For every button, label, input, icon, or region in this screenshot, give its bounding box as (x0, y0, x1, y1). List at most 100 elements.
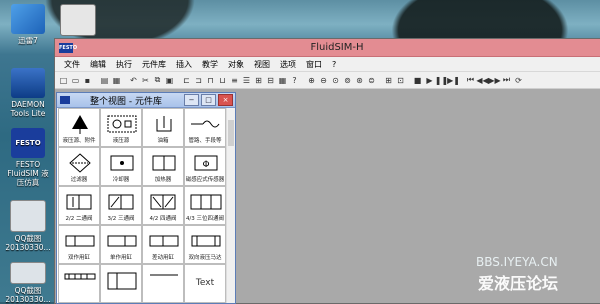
loop-icon[interactable]: ⟳ (513, 75, 524, 86)
image-file-icon (10, 200, 46, 232)
desktop-icon-label: QQ截图 20130330... (5, 286, 51, 304)
grid-view-icon[interactable]: ⊞ (383, 75, 394, 86)
back-icon[interactable]: ◀◀ (476, 75, 488, 86)
component-cell[interactable] (100, 264, 142, 303)
festo-icon: FESTO (11, 128, 45, 158)
component-cell[interactable]: 双向液压马达 (184, 225, 226, 264)
open-icon[interactable]: ▭ (70, 75, 81, 86)
component-cell[interactable]: 过滤器 (58, 147, 100, 186)
save-icon[interactable]: ▪ (82, 75, 93, 86)
desktop-icon-xunlei[interactable]: 迅雷7 (4, 4, 52, 45)
step-icon[interactable]: ▶❚ (447, 75, 460, 86)
menu-view[interactable]: 视图 (249, 59, 275, 70)
menu-object[interactable]: 对象 (223, 59, 249, 70)
desktop-icon-screenshot-2[interactable]: QQ截图 20130330... (4, 262, 52, 304)
maximize-button[interactable]: □ (201, 94, 216, 106)
distribute-icon[interactable]: ⊞ (253, 75, 264, 86)
motor-icon (191, 235, 221, 247)
zoom-in-icon[interactable]: ⊕ (306, 75, 317, 86)
line-icon (150, 274, 178, 276)
group-icon[interactable]: ⊟ (265, 75, 276, 86)
stop-icon[interactable]: ■ (412, 75, 423, 86)
menu-library[interactable]: 元件库 (137, 59, 171, 70)
library-scrollbar[interactable] (226, 108, 235, 303)
component-cell[interactable]: 4/3 三位四通阀 (184, 186, 226, 225)
daemon-icon (11, 68, 45, 98)
heater-icon (152, 155, 176, 171)
component-cell[interactable]: 冷却器 (100, 147, 142, 186)
undo-icon[interactable]: ↶ (128, 75, 139, 86)
grid-icon[interactable]: ▦ (277, 75, 288, 86)
festo-logo-icon: FESTO (59, 42, 78, 53)
align-middle-icon[interactable]: ≡ (229, 75, 240, 86)
forward-icon[interactable]: ▶▶ (488, 75, 500, 86)
align-center-icon[interactable]: ⊐ (193, 75, 204, 86)
component-cell[interactable]: 双作用缸 (58, 225, 100, 264)
desktop-icon-fluidsim[interactable]: FESTO FESTO FluidSIM 液压仿真 (4, 128, 52, 187)
cooler-icon (110, 155, 134, 171)
desktop-icon-label: 迅雷7 (18, 36, 38, 45)
component-cell[interactable] (58, 264, 100, 303)
library-title: 整个视图 - 元件库 (90, 96, 162, 107)
pause-icon[interactable]: ❚❚ (435, 75, 448, 86)
zoom-window-icon[interactable]: ⊚ (342, 75, 353, 86)
component-cell[interactable]: 单作用缸 (100, 225, 142, 264)
component-cell[interactable]: 液压源 (100, 108, 142, 147)
window-icon (60, 4, 96, 36)
component-cell[interactable]: 2/2 二通阀 (58, 186, 100, 225)
component-cell[interactable]: 3/2 三通阀 (100, 186, 142, 225)
rewind-icon[interactable]: ⏮ (465, 75, 476, 86)
menu-window[interactable]: 窗口 (301, 59, 327, 70)
valve-3-2-icon (108, 194, 134, 210)
component-grid: 液压源、附件 液压源 油箱 管路、手段等 过滤器 冷却器 加热器 Φ 磁感应式传… (58, 108, 226, 303)
component-cell[interactable]: 4/2 四通阀 (142, 186, 184, 225)
component-cell[interactable]: 加热器 (142, 147, 184, 186)
menu-teaching[interactable]: 教学 (197, 59, 223, 70)
desktop-icon-label: DAEMON Tools Lite (10, 100, 46, 118)
menu-execute[interactable]: 执行 (111, 59, 137, 70)
align-left-icon[interactable]: ⊏ (181, 75, 192, 86)
desktop-icon-window[interactable] (54, 4, 102, 38)
paste-icon[interactable]: ▣ (164, 75, 175, 86)
bird-icon (11, 4, 45, 34)
scale-icon[interactable]: ⊡ (395, 75, 406, 86)
menu-options[interactable]: 选项 (275, 59, 301, 70)
component-cell[interactable]: 液压源、附件 (58, 108, 100, 147)
library-title-bar[interactable]: 整个视图 - 元件库 − □ × (57, 93, 235, 108)
component-cell[interactable]: 差动用缸 (142, 225, 184, 264)
close-button[interactable]: × (218, 94, 233, 106)
zoom-fit-icon[interactable]: ⊙ (330, 75, 341, 86)
component-cell[interactable] (142, 264, 184, 303)
component-cell[interactable]: Φ 磁感应式传感器 (184, 147, 226, 186)
align-top-icon[interactable]: ⊔ (217, 75, 228, 86)
desktop-icon-label: QQ截图 20130330... (5, 234, 51, 252)
preview-icon[interactable]: ▦ (111, 75, 122, 86)
cut-icon[interactable]: ✂ (140, 75, 151, 86)
zoom-full-icon[interactable]: ⊛ (354, 75, 365, 86)
menu-help[interactable]: ? (327, 60, 341, 69)
component-cell-text[interactable]: Text (184, 264, 226, 303)
minimize-button[interactable]: − (184, 94, 199, 106)
copy-icon[interactable]: ⧉ (152, 75, 163, 86)
valve-4-3-icon (190, 194, 222, 210)
end-icon[interactable]: ⏭ (501, 75, 512, 86)
scrollbar-thumb[interactable] (228, 120, 234, 146)
play-icon[interactable]: ▶ (424, 75, 435, 86)
component-cell[interactable]: 油箱 (142, 108, 184, 147)
bar-icon (64, 273, 96, 280)
hydraulic-unit-icon (107, 115, 137, 133)
desktop-icon-screenshot-1[interactable]: QQ截图 20130330... (4, 200, 52, 252)
component-cell[interactable]: 管路、手段等 (184, 108, 226, 147)
title-bar[interactable]: FESTO FluidSIM-H (55, 39, 600, 57)
menu-insert[interactable]: 插入 (171, 59, 197, 70)
align-right-icon[interactable]: ⊓ (205, 75, 216, 86)
help-icon[interactable]: ? (289, 75, 300, 86)
zoom-last-icon[interactable]: ⊜ (366, 75, 377, 86)
zoom-out-icon[interactable]: ⊖ (318, 75, 329, 86)
desktop-icon-daemon[interactable]: DAEMON Tools Lite (4, 68, 52, 118)
menu-file[interactable]: 文件 (59, 59, 85, 70)
print-icon[interactable]: ▤ (99, 75, 110, 86)
new-icon[interactable]: □ (58, 75, 69, 86)
menu-edit[interactable]: 编辑 (85, 59, 111, 70)
align-bottom-icon[interactable]: ☰ (241, 75, 252, 86)
